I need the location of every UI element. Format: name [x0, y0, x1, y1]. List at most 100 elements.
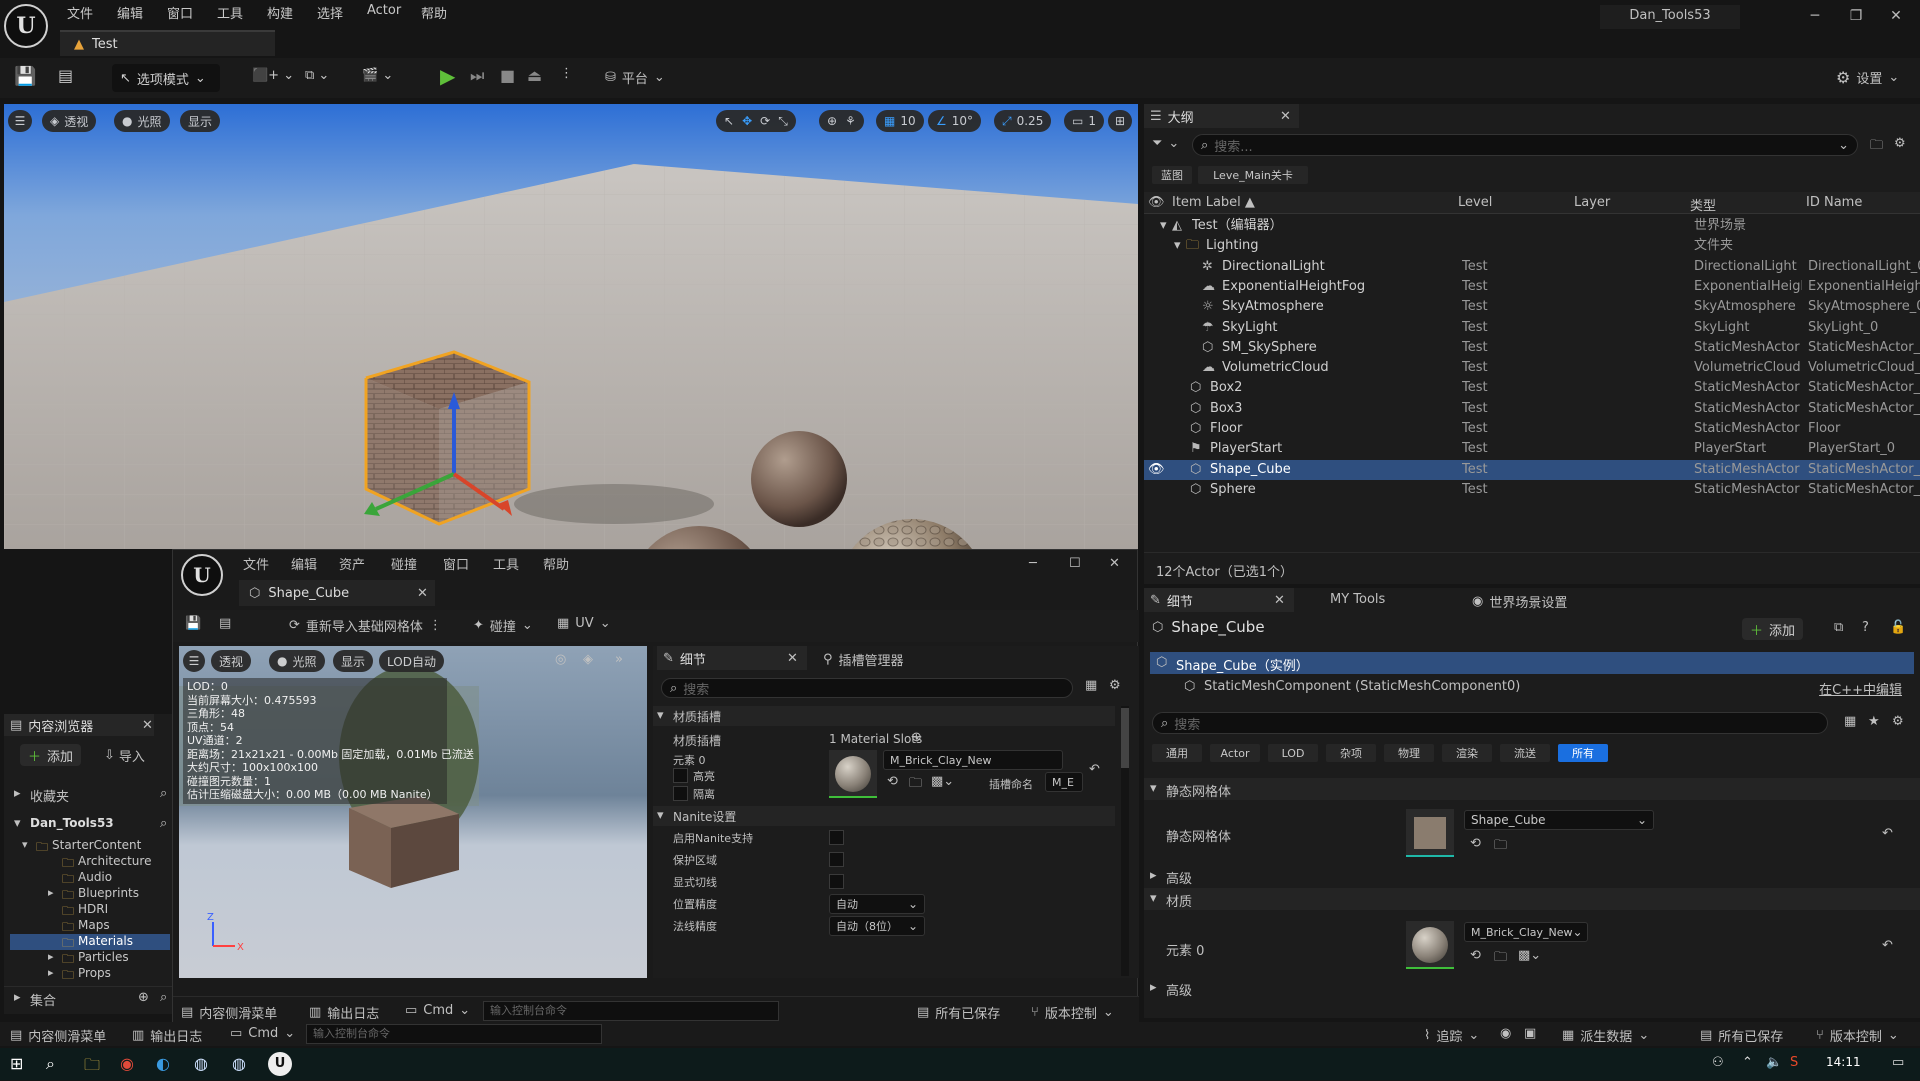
filter-2[interactable]: LOD	[1268, 744, 1318, 762]
blueprint-icon[interactable]: ⧉	[1834, 620, 1843, 635]
table-view-icon[interactable]: ▦	[1844, 714, 1856, 729]
nanite-checkbox[interactable]	[829, 830, 844, 845]
folder-icon[interactable]: 🗀	[1494, 948, 1507, 970]
save-status[interactable]: ▤ 所有已保存	[917, 1003, 1000, 1022]
reset-icon[interactable]: ↶	[1882, 826, 1893, 841]
unreal-logo[interactable]: U	[181, 554, 223, 596]
app-icon[interactable]: ◍	[194, 1054, 208, 1073]
source-control-button[interactable]: ⑂ 版本控制 ⌄	[1816, 1026, 1899, 1045]
section-nanite[interactable]: ▾ Nanite设置	[653, 806, 1115, 826]
favorites-row[interactable]: ▸ 收藏夹 ⌕	[4, 784, 176, 805]
sme-search[interactable]: ⌕ 搜索	[661, 678, 1073, 698]
highlight-checkbox[interactable]	[673, 768, 688, 783]
unreal-logo[interactable]: U	[4, 4, 48, 48]
sme-menu-item[interactable]: 文件	[243, 554, 269, 573]
outliner-row[interactable]: ⬡ Sphere Test StaticMeshActor StaticMeshActo…	[1144, 480, 1920, 500]
translate-icon[interactable]: ✥	[742, 114, 752, 128]
people-icon[interactable]: ⚇	[1712, 1055, 1724, 1070]
outliner-row[interactable]: ☂ SkyLight Test SkyLight SkyLight_0	[1144, 318, 1920, 338]
outliner-row[interactable]: ⬡ SM_SkySphere Test StaticMeshActor StaticMe…	[1144, 338, 1920, 358]
grid-snap[interactable]: ▦ 10	[876, 110, 924, 132]
import-button[interactable]: ⇩ 导入	[104, 746, 145, 765]
filter-0[interactable]: 通用	[1152, 744, 1202, 762]
screenshot-icon[interactable]: ▣	[1524, 1026, 1536, 1041]
record-icon[interactable]: ◉	[1500, 1026, 1511, 1041]
filter-1[interactable]: Actor	[1210, 744, 1260, 762]
more-icon[interactable]: ⋮	[560, 66, 573, 81]
volume-icon[interactable]: 🔈	[1766, 1055, 1782, 1070]
details-tab[interactable]: ✎ 细节 ✕	[1144, 588, 1294, 612]
instance-row[interactable]: ⬡ Shape_Cube（实例）	[1150, 652, 1914, 674]
close-icon[interactable]: ✕	[1274, 593, 1285, 608]
outliner-row[interactable]: ▾ 🗀 Lighting 文件夹	[1144, 236, 1920, 256]
world-settings-tab[interactable]: ◉ 世界场景设置	[1472, 592, 1567, 611]
section-material-slots[interactable]: ▾ 材质插槽	[653, 706, 1115, 726]
outliner-row[interactable]: ⬡ Floor Test StaticMeshActor Floor	[1144, 419, 1920, 439]
browse-icon[interactable]: ⟲	[1470, 836, 1481, 851]
minimize-icon[interactable]: ─	[1797, 4, 1833, 28]
lock-icon[interactable]: 🔓	[1890, 620, 1906, 635]
tray-expand-icon[interactable]: ⌃	[1742, 1055, 1753, 1070]
realtime-icon[interactable]: ◈	[583, 652, 593, 667]
trace-dropdown[interactable]: ⌇ 追踪 ⌄	[1424, 1026, 1479, 1045]
file-explorer-icon[interactable]: 🗀	[84, 1054, 100, 1081]
position-precision-dropdown[interactable]: 自动 ⌄	[829, 894, 925, 914]
section-static-mesh[interactable]: ▾ 静态网格体	[1144, 778, 1920, 800]
show-button[interactable]: 显示	[333, 650, 374, 672]
crumb-blueprint[interactable]: 蓝图	[1152, 166, 1192, 184]
save-icon[interactable]: 💾	[14, 66, 36, 87]
details-search[interactable]: ⌕ 搜索	[1152, 712, 1828, 734]
folder-row[interactable]: ▸ 🗀 Particles	[10, 950, 170, 966]
menu-edit[interactable]: 编辑	[117, 3, 143, 22]
viewport-menu-icon[interactable]: ☰	[8, 110, 32, 132]
edit-cpp-link[interactable]: 在C++中编辑	[1819, 679, 1902, 698]
col-layer[interactable]: Layer	[1574, 195, 1610, 210]
add-folder-icon[interactable]: 🗀	[1870, 136, 1883, 158]
eye-icon[interactable]: 👁	[1148, 460, 1165, 480]
angle-snap[interactable]: ∠ 10°	[928, 110, 982, 132]
folder-row[interactable]: 🗀 Materials	[10, 934, 170, 950]
menu-actor[interactable]: Actor	[367, 3, 401, 18]
stop-icon[interactable]: ■	[500, 66, 515, 85]
collision-dropdown[interactable]: ✦ 碰撞 ⌄	[473, 616, 533, 635]
save-icon[interactable]: 💾	[185, 616, 201, 631]
rotate-icon[interactable]: ⟳	[760, 114, 770, 128]
table-view-icon[interactable]: ▦	[1085, 678, 1097, 693]
col-id-name[interactable]: ID Name	[1806, 195, 1862, 210]
close-icon[interactable]: ✕	[417, 586, 428, 601]
sme-details-tab[interactable]: ✎ 细节 ✕	[657, 646, 807, 670]
reimport-button[interactable]: ⟳ 重新导入基础网格体 ⋮	[289, 616, 442, 635]
filter-6[interactable]: 流送	[1500, 744, 1550, 762]
cinematics-icon[interactable]: 🎬 ⌄	[362, 68, 393, 83]
menu-build[interactable]: 构建	[267, 3, 293, 22]
sme-menu-item[interactable]: 碰撞	[391, 554, 417, 573]
material-thumbnail[interactable]	[1406, 921, 1454, 969]
gear-icon[interactable]: ⚙	[1894, 136, 1906, 151]
folder-row[interactable]: ▸ 🗀 Blueprints	[10, 886, 170, 902]
content-browser-tab[interactable]: ▤ 内容浏览器 ✕	[4, 714, 154, 736]
folder-row[interactable]: ▸ 🗀 Props	[10, 966, 170, 982]
save-status[interactable]: ▤ 所有已保存	[1700, 1026, 1783, 1045]
static-mesh-thumbnail[interactable]	[1406, 809, 1454, 857]
outliner-tab[interactable]: ☰ 大纲 ✕	[1144, 104, 1299, 128]
browse-asset-icon[interactable]: ▤	[219, 616, 231, 631]
edge-icon[interactable]: ◐	[156, 1054, 170, 1073]
scrollbar-thumb[interactable]	[1121, 708, 1129, 768]
eject-icon[interactable]: ⏏	[527, 66, 542, 85]
lighting-button[interactable]: ● 光照	[269, 650, 325, 672]
add-slot-icon[interactable]: ⊕	[911, 730, 922, 745]
sme-menu-item[interactable]: 工具	[493, 554, 519, 573]
outliner-row[interactable]: ▾ ◭ Test（编辑器） 世界场景	[1144, 216, 1920, 236]
material-picker[interactable]: M_Brick_Clay_New	[883, 750, 1063, 770]
outliner-row[interactable]: ☼ SkyAtmosphere Test SkyAtmosphere SkyAtmosp…	[1144, 297, 1920, 317]
mode-dropdown[interactable]: ↖ 选项模式 ⌄	[112, 64, 220, 92]
console-input[interactable]: 输入控制台命令	[306, 1024, 602, 1044]
search-icon[interactable]: ⌕	[160, 990, 167, 1005]
expand-icon[interactable]: »	[615, 652, 623, 667]
chevron-down-icon[interactable]: ▾	[1160, 216, 1167, 236]
section-materials[interactable]: ▾ 材质	[1144, 888, 1920, 910]
scale-snap[interactable]: ⤢ 0.25	[994, 110, 1052, 132]
filter-3[interactable]: 杂项	[1326, 744, 1376, 762]
perspective-button[interactable]: 透视	[211, 650, 252, 672]
close-icon[interactable]: ✕	[1109, 556, 1120, 571]
